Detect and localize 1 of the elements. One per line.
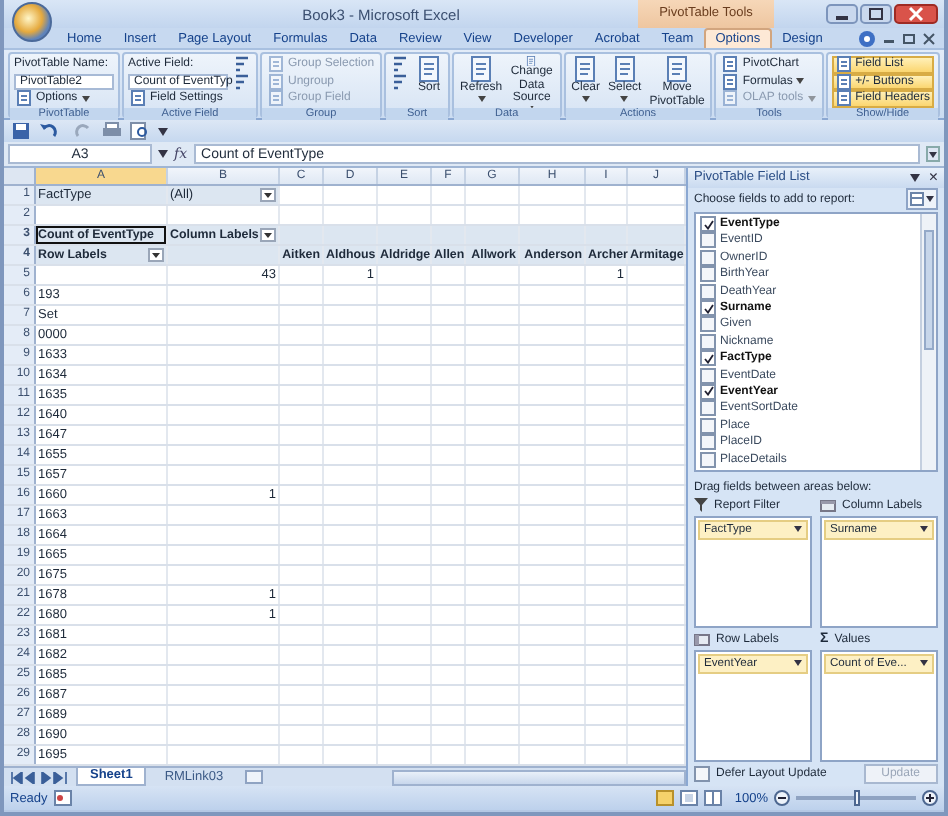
close-button[interactable]: ×: [928, 168, 938, 187]
